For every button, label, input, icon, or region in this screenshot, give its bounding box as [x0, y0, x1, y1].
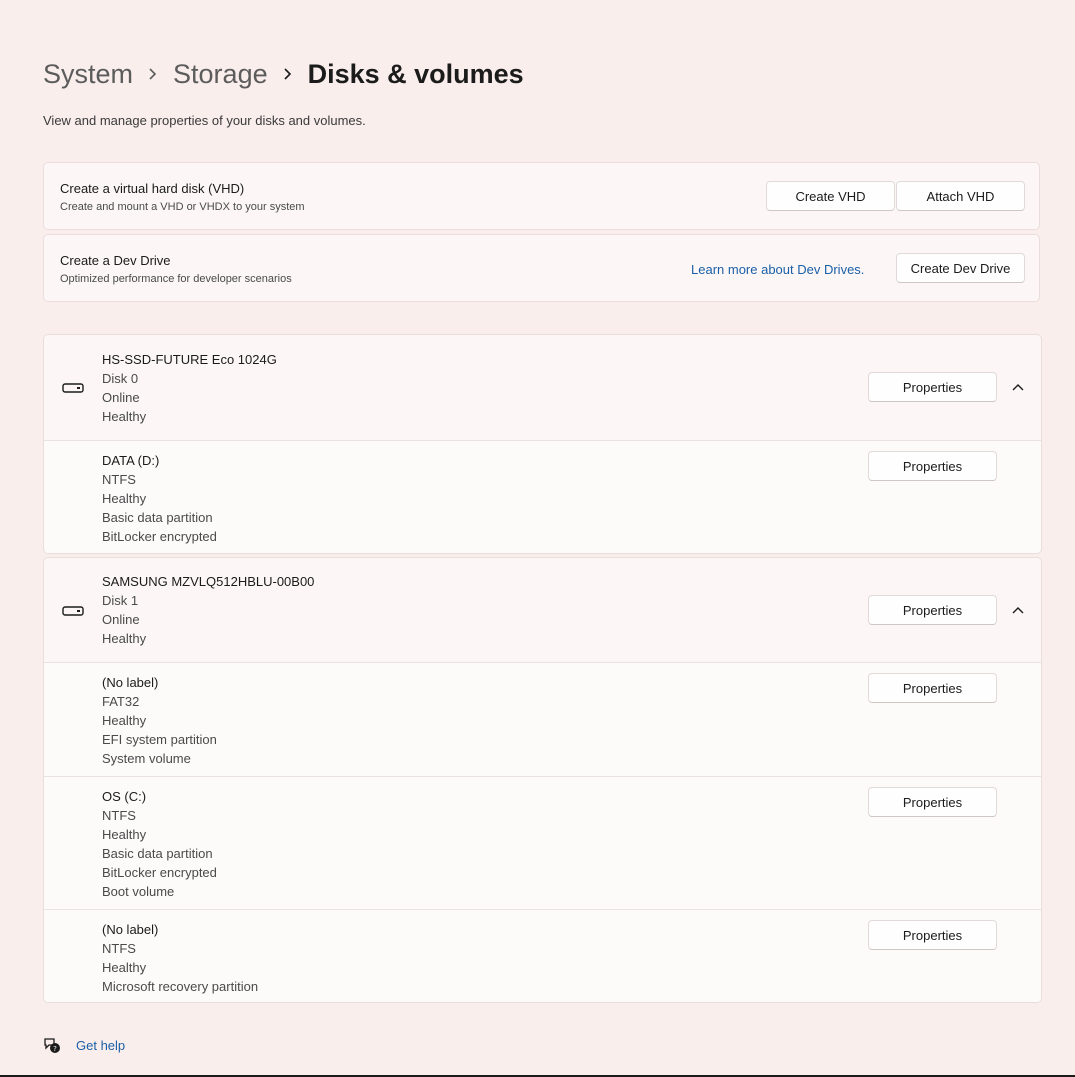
chevron-right-icon — [282, 56, 294, 92]
volume-name: (No label) — [102, 922, 159, 937]
dev-drive-card-title: Create a Dev Drive — [60, 253, 171, 268]
help-chat-icon: ? — [44, 1038, 60, 1053]
page-title: Disks & volumes — [307, 59, 524, 89]
hard-drive-icon — [62, 606, 84, 616]
get-help-link[interactable]: Get help — [76, 1038, 125, 1053]
disk-properties-button[interactable]: Properties — [868, 595, 997, 625]
disk-info: SAMSUNG MZVLQ512HBLU-00B00 Disk 1 Online… — [102, 572, 314, 648]
hard-drive-icon — [62, 383, 84, 393]
volume-info: DATA (D:) NTFS Healthy Basic data partit… — [102, 451, 217, 546]
volume-name: OS (C:) — [102, 789, 147, 804]
disk-detail: Disk 1 — [102, 593, 139, 608]
volume-detail: BitLocker encrypted — [102, 529, 217, 544]
disk-detail: Online — [102, 612, 140, 627]
volume-detail: EFI system partition — [102, 732, 217, 747]
vhd-card-description: Create and mount a VHD or VHDX to your s… — [60, 201, 305, 213]
volume-detail: Boot volume — [102, 884, 175, 899]
create-dev-drive-button[interactable]: Create Dev Drive — [896, 253, 1025, 283]
volume-properties-button[interactable]: Properties — [868, 673, 997, 703]
learn-more-dev-drives-link[interactable]: Learn more about Dev Drives. — [691, 262, 864, 277]
disk-row: HS-SSD-FUTURE Eco 1024G Disk 0 Online He… — [44, 335, 1041, 440]
chevron-up-icon[interactable] — [1008, 600, 1028, 620]
volume-detail: FAT32 — [102, 694, 140, 709]
breadcrumb: System Storage Disks & volumes — [43, 56, 524, 92]
volume-detail: Healthy — [102, 491, 147, 506]
volume-row: (No label) NTFS Healthy Microsoft recove… — [44, 909, 1041, 1002]
create-vhd-button[interactable]: Create VHD — [766, 181, 895, 211]
volume-properties-button[interactable]: Properties — [868, 920, 997, 950]
volume-name: DATA (D:) — [102, 453, 160, 468]
chevron-up-icon[interactable] — [1008, 377, 1028, 397]
disk-detail: Healthy — [102, 631, 147, 646]
disk-detail: Healthy — [102, 409, 147, 424]
volume-detail: Microsoft recovery partition — [102, 979, 259, 994]
volume-detail: Healthy — [102, 713, 147, 728]
volume-properties-button[interactable]: Properties — [868, 787, 997, 817]
vhd-card-title: Create a virtual hard disk (VHD) — [60, 181, 245, 196]
volume-detail: Basic data partition — [102, 846, 213, 861]
attach-vhd-button[interactable]: Attach VHD — [896, 181, 1025, 211]
disk-name: HS-SSD-FUTURE Eco 1024G — [102, 352, 277, 367]
disk-detail: Disk 0 — [102, 371, 139, 386]
dev-drive-card-description: Optimized performance for developer scen… — [60, 273, 292, 285]
volume-properties-button[interactable]: Properties — [868, 451, 997, 481]
disk-name: SAMSUNG MZVLQ512HBLU-00B00 — [102, 574, 315, 589]
volume-detail: NTFS — [102, 808, 136, 823]
disk-properties-button[interactable]: Properties — [868, 372, 997, 402]
disk-group-0: HS-SSD-FUTURE Eco 1024G Disk 0 Online He… — [43, 334, 1042, 554]
get-help[interactable]: ? Get help — [43, 1036, 125, 1054]
volume-info: OS (C:) NTFS Healthy Basic data partitio… — [102, 787, 217, 901]
page-subtitle: View and manage properties of your disks… — [43, 113, 366, 128]
volume-detail: BitLocker encrypted — [102, 865, 217, 880]
volume-row: OS (C:) NTFS Healthy Basic data partitio… — [44, 776, 1041, 909]
disk-detail: Online — [102, 390, 140, 405]
chevron-right-icon — [147, 56, 159, 92]
disk-group-1: SAMSUNG MZVLQ512HBLU-00B00 Disk 1 Online… — [43, 557, 1042, 1003]
volume-name: (No label) — [102, 675, 159, 690]
breadcrumb-storage[interactable]: Storage — [173, 56, 268, 92]
breadcrumb-system[interactable]: System — [43, 56, 133, 92]
volume-row: (No label) FAT32 Healthy EFI system part… — [44, 662, 1041, 776]
volume-detail: System volume — [102, 751, 191, 766]
volume-info: (No label) NTFS Healthy Microsoft recove… — [102, 920, 258, 996]
dev-drive-card: Create a Dev Drive Optimized performance… — [43, 234, 1040, 302]
volume-info: (No label) FAT32 Healthy EFI system part… — [102, 673, 217, 768]
volume-detail: Healthy — [102, 960, 147, 975]
volume-detail: NTFS — [102, 472, 136, 487]
svg-text:?: ? — [53, 1045, 57, 1053]
disk-row: SAMSUNG MZVLQ512HBLU-00B00 Disk 1 Online… — [44, 558, 1041, 662]
volume-detail: NTFS — [102, 941, 136, 956]
volume-row: DATA (D:) NTFS Healthy Basic data partit… — [44, 440, 1041, 553]
vhd-card: Create a virtual hard disk (VHD) Create … — [43, 162, 1040, 230]
volume-detail: Basic data partition — [102, 510, 213, 525]
volume-detail: Healthy — [102, 827, 147, 842]
disk-info: HS-SSD-FUTURE Eco 1024G Disk 0 Online He… — [102, 350, 277, 426]
